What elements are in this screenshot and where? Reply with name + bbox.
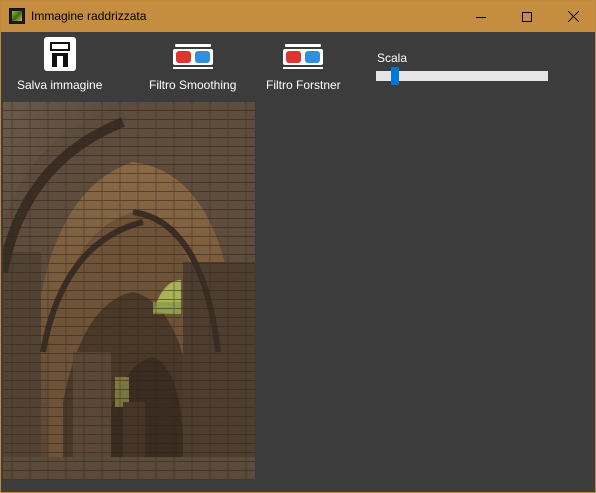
smoothing-filter-label: Filtro Smoothing [149, 78, 237, 92]
app-window: Immagine raddrizzata Salva immagine Filt… [0, 0, 596, 493]
forstner-filter-label: Filtro Forstner [266, 78, 341, 92]
rectified-image [3, 102, 255, 480]
3d-glasses-icon [283, 44, 324, 69]
close-button[interactable] [550, 1, 596, 32]
app-icon [9, 8, 25, 24]
scale-slider-thumb[interactable] [390, 67, 399, 85]
scale-label: Scala [377, 51, 408, 65]
maximize-icon [522, 11, 532, 22]
save-image-label: Salva immagine [17, 78, 103, 92]
window-title: Immagine raddrizzata [31, 9, 147, 23]
minimize-icon [476, 16, 486, 18]
forstner-filter-button[interactable]: Filtro Forstner [266, 36, 341, 92]
close-icon [567, 11, 579, 22]
minimize-button[interactable] [458, 1, 504, 32]
3d-glasses-icon [172, 44, 213, 69]
cloister-arches-photo [3, 102, 255, 480]
smoothing-filter-button[interactable]: Filtro Smoothing [149, 36, 236, 92]
title-bar[interactable]: Immagine raddrizzata [1, 1, 595, 32]
main-content: Salva immagine Filtro Smoothing Filtro F… [1, 32, 595, 492]
save-image-button[interactable]: Salva immagine [17, 36, 102, 92]
scale-slider-track[interactable] [376, 71, 548, 81]
floppy-disk-icon [43, 37, 76, 71]
maximize-button[interactable] [504, 1, 550, 32]
